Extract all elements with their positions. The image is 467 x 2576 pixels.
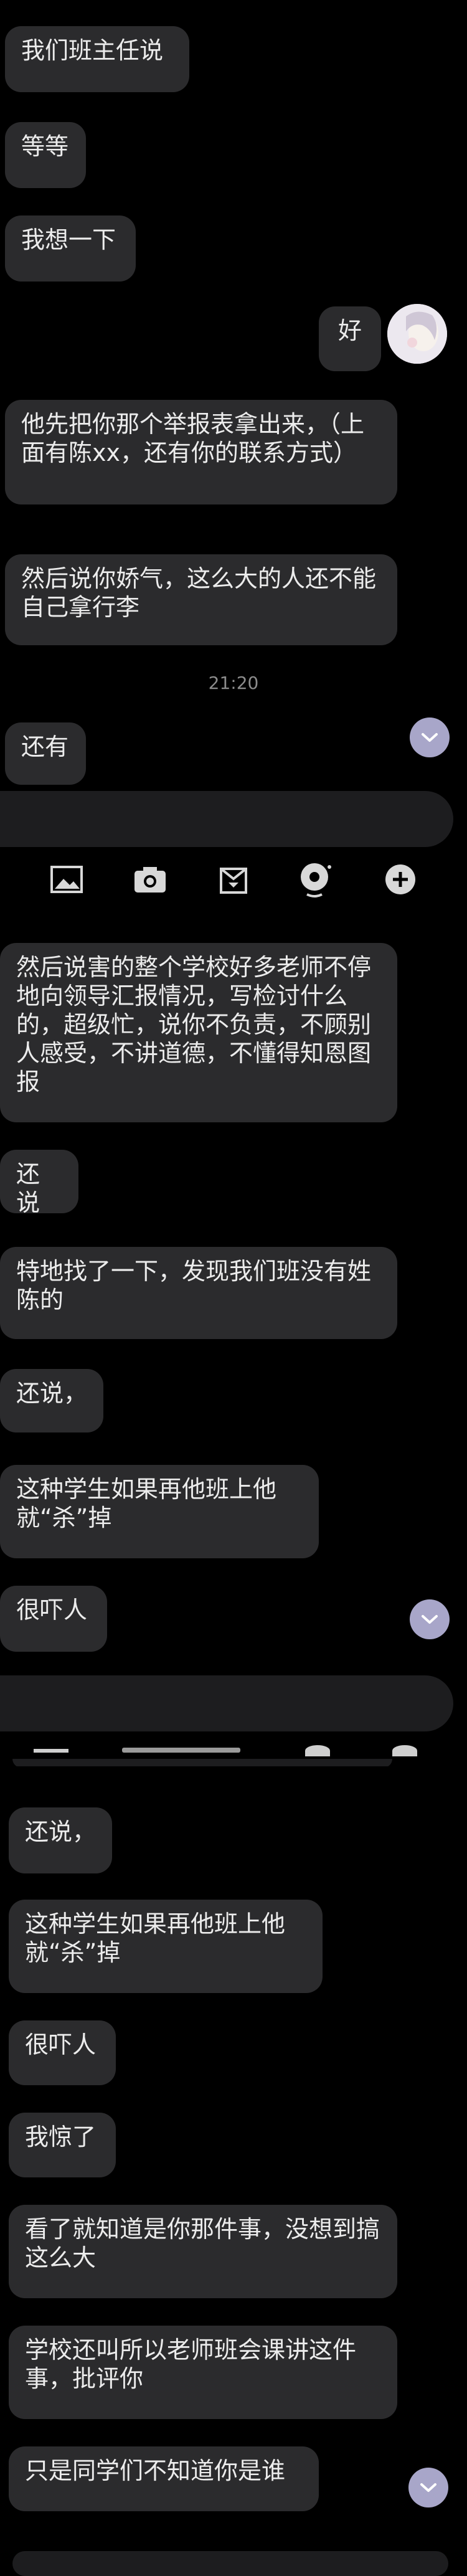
message-bubble[interactable]: 我想一下 xyxy=(5,215,136,282)
chevron-down-icon xyxy=(420,2483,436,2492)
scroll-to-bottom-button[interactable] xyxy=(410,1599,450,1639)
timestamp: 21:20 xyxy=(208,673,259,693)
chevron-down-icon xyxy=(422,733,438,742)
message-bubble[interactable]: 还说， xyxy=(9,1807,112,1873)
message-bubble[interactable]: 这种学生如果再他班上他就“杀”掉 xyxy=(0,1465,319,1558)
sticker-icon[interactable] xyxy=(298,861,336,898)
message-bubble[interactable]: 这种学生如果再他班上他就“杀”掉 xyxy=(9,1900,323,1993)
message-bubble[interactable]: 等等 xyxy=(5,122,86,188)
screenshot-seam xyxy=(0,1741,467,1766)
message-bubble[interactable]: 只是同学们不知道你是谁 xyxy=(9,2446,319,2511)
message-bubble[interactable]: 然后说害的整个学校好多老师不停地向领导汇报情况，写检讨什么的，超级忙，说你不负责… xyxy=(0,943,397,1122)
message-bubble[interactable]: 学校还叫所以老师班会课讲这件事，批评你 xyxy=(9,2326,397,2419)
message-bubble[interactable]: 很吓人 xyxy=(9,2020,116,2085)
message-bubble[interactable]: 还说 xyxy=(0,1150,78,1216)
message-bubble[interactable]: 还有 xyxy=(5,722,86,785)
scroll-to-bottom-button[interactable] xyxy=(410,717,450,757)
chevron-down-icon xyxy=(422,1615,438,1624)
plus-icon xyxy=(392,1745,417,1756)
bubble-edge xyxy=(12,1759,392,1766)
message-bubble[interactable]: 特地找了一下，发现我们班没有姓陈的 xyxy=(0,1247,397,1339)
plus-icon[interactable] xyxy=(382,861,419,898)
message-input[interactable] xyxy=(12,2551,448,2576)
message-bubble[interactable]: 然后说你娇气，这么大的人还不能自己拿行李 xyxy=(5,554,397,645)
avatar-image xyxy=(387,304,447,364)
input-toolbar xyxy=(0,842,467,917)
sticker-icon xyxy=(305,1745,330,1756)
message-bubble[interactable]: 很吓人 xyxy=(0,1586,107,1652)
message-input[interactable] xyxy=(0,1675,453,1731)
message-bubble[interactable]: 我惊了 xyxy=(9,2113,116,2177)
gift-box-icon[interactable] xyxy=(215,861,252,898)
partial-text xyxy=(122,1748,240,1753)
image-icon[interactable] xyxy=(48,861,85,898)
avatar[interactable] xyxy=(387,304,447,364)
image-icon xyxy=(34,1749,68,1753)
message-input[interactable] xyxy=(0,791,453,847)
message-bubble-outgoing[interactable]: 好 xyxy=(319,306,381,371)
message-bubble[interactable]: 还说， xyxy=(0,1369,103,1432)
scroll-to-bottom-button[interactable] xyxy=(408,2468,448,2507)
camera-icon[interactable] xyxy=(131,861,169,898)
message-bubble[interactable]: 看了就知道是你那件事，没想到搞这么大 xyxy=(9,2205,397,2298)
message-bubble[interactable]: 他先把你那个举报表拿出来，（上面有陈xx，还有你的联系方式） xyxy=(5,400,397,504)
message-bubble[interactable]: 我们班主任说 xyxy=(5,26,189,92)
